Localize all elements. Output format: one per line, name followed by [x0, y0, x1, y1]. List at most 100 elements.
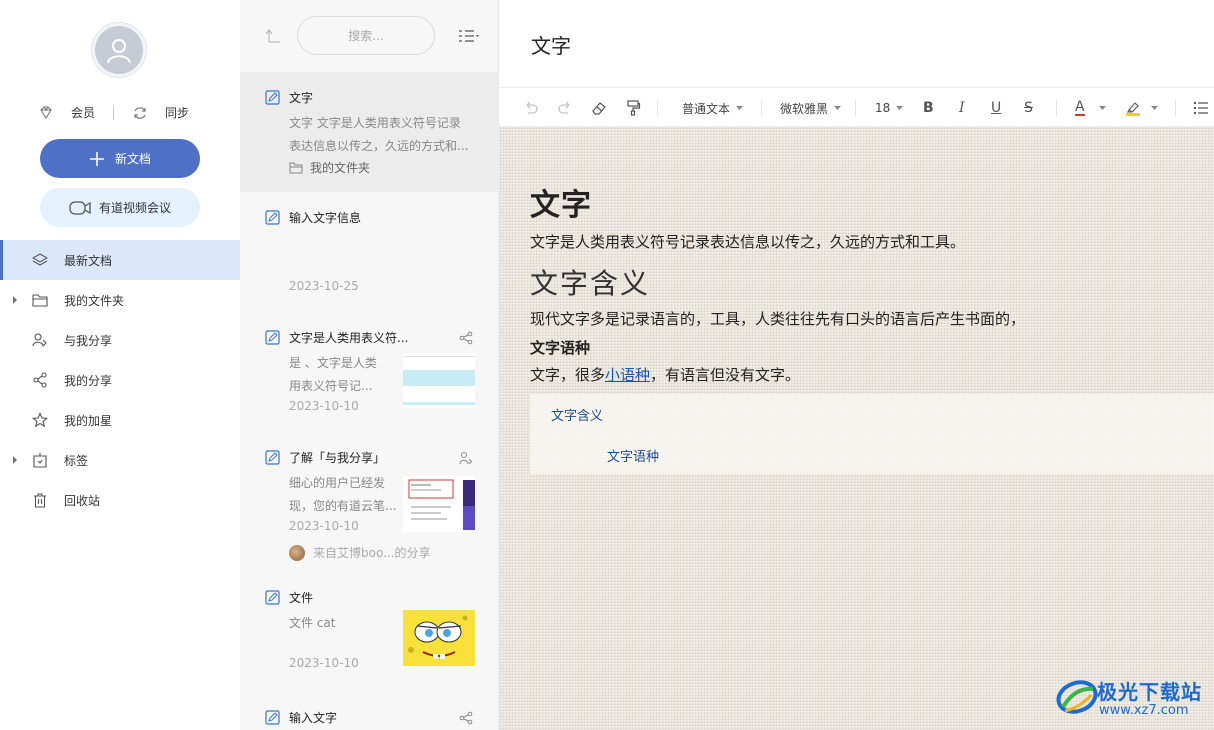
doc-title: 文字 [289, 91, 314, 105]
text-run: ，有语言但没有文字。 [650, 366, 801, 384]
share-icon [459, 711, 473, 725]
doc-item[interactable]: 输入文字信息 2023-10-25 [240, 192, 498, 312]
avatar[interactable] [91, 22, 147, 78]
document-title[interactable]: 文字 [531, 30, 571, 59]
doc-thumbnail [403, 610, 475, 666]
nav-label: 我的文件夹 [64, 293, 125, 308]
new-document-label: 新文档 [114, 152, 151, 166]
doc-snippet-line: 用表义符号记... [289, 379, 373, 393]
chevron-down-icon [834, 106, 842, 110]
doc-item[interactable]: 文件 文件 cat 2023-10-10 [240, 572, 498, 692]
expand-arrow-icon[interactable] [12, 456, 18, 464]
doc-title: 文字是人类用表义符... [289, 331, 409, 345]
nav-item-recent-docs[interactable]: 最新文档 [0, 240, 240, 280]
doc-title: 文件 [289, 591, 314, 605]
paragraph-style-select[interactable]: 普通文本 [682, 100, 744, 116]
eraser-icon[interactable] [591, 100, 607, 116]
highlight-color-button[interactable] [1125, 100, 1158, 116]
doc-snippet: 是 、文字是人类 用表义符号记... [289, 352, 377, 398]
bullet-list-icon[interactable] [1193, 100, 1209, 116]
heading-2: 文字含义 [530, 267, 651, 300]
doc-snippet: 文件 cat [289, 612, 335, 635]
nav-item-shared-with-me[interactable]: 与我分享 [0, 320, 240, 360]
doc-date: 2023-10-10 [289, 519, 359, 533]
nav-item-my-shares[interactable]: 我的分享 [0, 360, 240, 400]
doc-snippet-line: 文字 文字是人类用表义符号记录 [289, 116, 461, 130]
underline-button[interactable]: U [991, 100, 1001, 116]
nav-item-tags[interactable]: 标签 [0, 440, 240, 480]
doc-date: 2023-10-10 [289, 399, 359, 413]
format-painter-icon[interactable] [625, 100, 641, 116]
nav-label: 标签 [64, 453, 89, 468]
divider [113, 105, 115, 120]
list-view-icon[interactable] [458, 28, 482, 44]
table-of-contents: 文字含义 文字语种 [530, 394, 1214, 474]
nav-item-starred[interactable]: 我的加星 [0, 400, 240, 440]
redo-icon[interactable] [557, 100, 573, 116]
plus-icon [89, 151, 104, 166]
toolbar-divider [855, 100, 856, 116]
nav-item-my-folders[interactable]: 我的文件夹 [0, 280, 240, 320]
chevron-down-icon [1151, 106, 1158, 110]
nav-label: 我的分享 [64, 373, 113, 388]
font-color-button[interactable]: A [1075, 100, 1106, 116]
font-size-select[interactable]: 18 [875, 100, 904, 116]
undo-icon[interactable] [523, 100, 539, 116]
sidebar: 会员 同步 新文档 有道视频会议 最新文档 我的文件夹 与我分享 我的分享 我的… [0, 0, 240, 730]
editor-panel: 文字 普通文本 微软雅黑 18 B I U S A 文字 文字是人类用表义符号记… [499, 0, 1214, 730]
member-link[interactable]: 会员 [71, 104, 95, 121]
doc-date: 2023-10-25 [289, 279, 359, 293]
user-icon [95, 26, 143, 74]
tag-icon [33, 453, 47, 468]
star-icon [32, 412, 48, 428]
sync-link[interactable]: 同步 [165, 104, 189, 121]
doc-item[interactable]: 文字是人类用表义符... 是 、文字是人类 用表义符号记... 2023-10-… [240, 312, 498, 432]
doc-snippet: 细心的用户已经发 现，您的有道云笔... [289, 472, 396, 518]
note-icon [265, 210, 280, 225]
sharer-avatar [289, 544, 305, 561]
doc-date: 2023-10-10 [289, 656, 359, 670]
chevron-down-icon [736, 106, 744, 110]
doc-shared-from: 来自艾博boo...的分享 [289, 544, 431, 561]
toolbar-divider [1056, 100, 1057, 116]
doc-item[interactable]: 输入文字 [240, 692, 498, 730]
search-input[interactable] [297, 16, 435, 55]
doc-thumbnail [403, 354, 475, 408]
note-icon [265, 330, 280, 345]
doc-snippet-line: 是 、文字是人类 [289, 356, 377, 370]
heading-1: 文字 [530, 188, 592, 223]
watermark-logo-icon [1056, 680, 1098, 714]
heading-3: 文字语种 [530, 339, 591, 357]
expand-arrow-icon[interactable] [12, 296, 18, 304]
diamond-icon [40, 105, 52, 119]
italic-button[interactable]: I [959, 100, 965, 116]
font-family-select[interactable]: 微软雅黑 [780, 100, 842, 116]
bold-button[interactable]: B [923, 100, 934, 116]
font-color-glyph: A [1075, 99, 1085, 116]
trash-icon [34, 493, 46, 508]
toc-entry[interactable]: 文字含义 [551, 405, 603, 424]
share-icon [459, 331, 473, 345]
nav-label: 我的加星 [64, 413, 113, 428]
doc-thumbnail [403, 476, 475, 532]
toc-entry[interactable]: 文字语种 [607, 446, 659, 465]
document-list-panel: 文字 文字 文字是人类用表义符号记录 表达信息以传之，久远的方式和... 我的文… [240, 0, 499, 730]
doc-snippet-line: 现，您的有道云笔... [289, 499, 397, 513]
note-icon [265, 710, 280, 725]
nav-label: 与我分享 [64, 333, 113, 348]
new-document-button[interactable]: 新文档 [40, 139, 200, 178]
list-header [240, 0, 498, 72]
document-canvas[interactable]: 文字 文字是人类用表义符号记录表达信息以传之，久远的方式和工具。 文字含义 现代… [499, 127, 1214, 730]
back-up-icon[interactable] [264, 28, 282, 44]
layers-icon [32, 253, 48, 266]
doc-folder-label: 我的文件夹 [310, 161, 371, 175]
share-icon [33, 372, 47, 388]
nav-label: 最新文档 [64, 253, 113, 268]
video-meeting-button[interactable]: 有道视频会议 [40, 188, 200, 227]
doc-title: 输入文字信息 [289, 211, 362, 225]
doc-item[interactable]: 了解「与我分享」 细心的用户已经发 现，您的有道云笔... 2023-10-10… [240, 432, 498, 572]
strikethrough-button[interactable]: S [1024, 100, 1033, 116]
nav-item-trash[interactable]: 回收站 [0, 480, 240, 520]
hyperlink[interactable]: 小语种 [605, 366, 650, 384]
doc-item[interactable]: 文字 文字 文字是人类用表义符号记录 表达信息以传之，久远的方式和... 我的文… [240, 72, 498, 192]
